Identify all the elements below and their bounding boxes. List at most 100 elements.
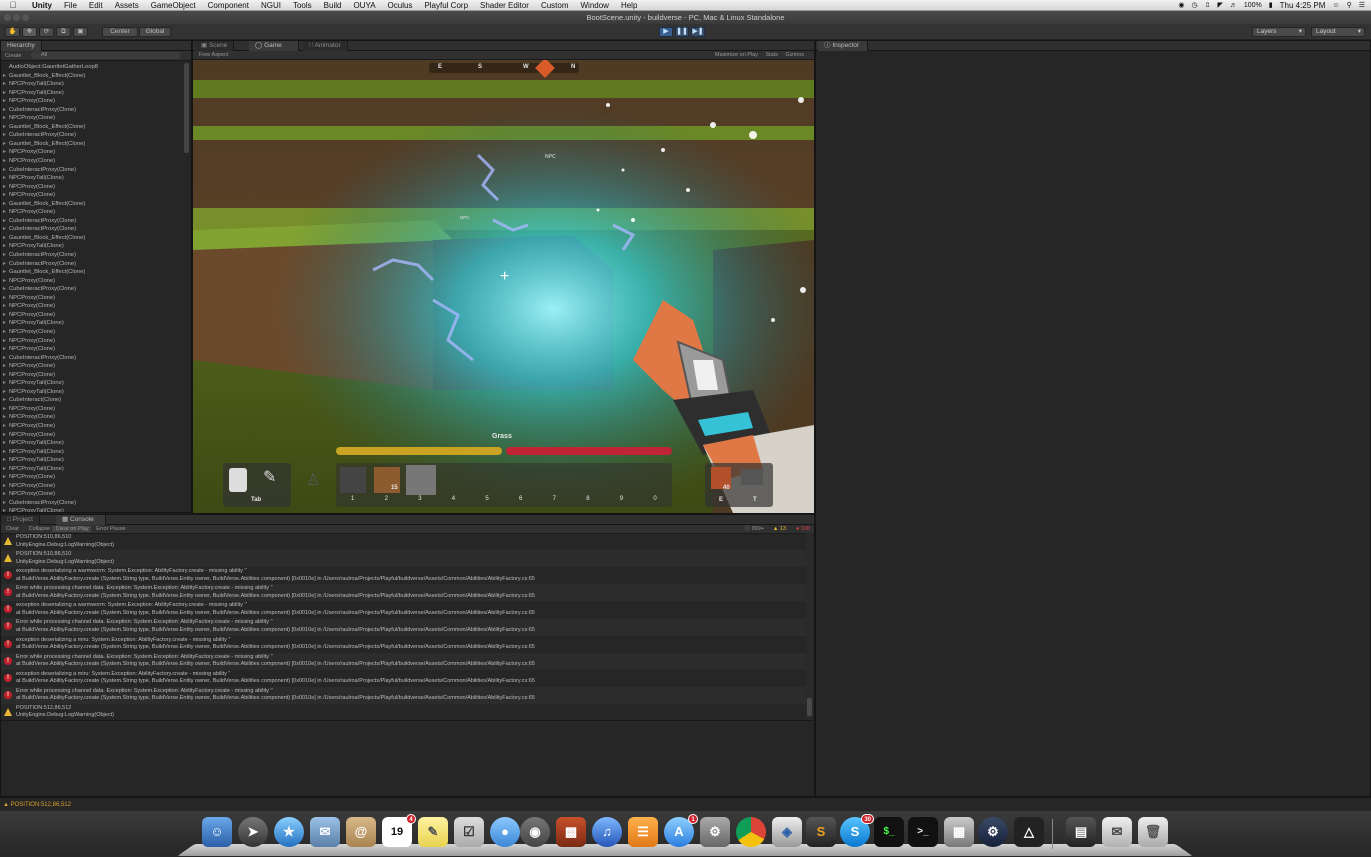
pivot-toggle[interactable]: Center [102, 27, 138, 37]
hierarchy-item[interactable]: ▸ Gauntlet_Block_Effect(Clone) [3, 72, 181, 81]
battery-percent[interactable]: 100% [1244, 2, 1262, 9]
menu-file[interactable]: File [58, 1, 83, 10]
wifi-icon[interactable]: ◤ [1217, 1, 1222, 9]
hierarchy-item[interactable]: ▸ NPCProxy(Clone) [3, 422, 181, 431]
maximize-on-play-toggle[interactable]: Maximize on Play [715, 51, 758, 60]
hierarchy-item[interactable]: ▸ NPCProxy(Clone) [3, 473, 181, 482]
hierarchy-item[interactable]: ▸ NPCProxy(Clone) [3, 413, 181, 422]
clear-button[interactable]: Clear [1, 526, 19, 532]
clear-on-play-toggle[interactable]: Clear on Play [51, 526, 91, 532]
hierarchy-item[interactable]: ▸ CubeInteractProxy(Clone) [3, 251, 181, 260]
console-entry[interactable]: ! exception deserializing a warmworm: Sys… [1, 567, 806, 584]
hierarchy-item[interactable]: ▸ NPCProxyTall(Clone) [3, 465, 181, 474]
volume-icon[interactable]: ♬ [1230, 2, 1237, 9]
hierarchy-item[interactable]: ▸ Gauntlet_Block_Effect(Clone) [3, 123, 181, 132]
menu-tools[interactable]: Tools [287, 1, 318, 10]
console-scrollbar-thumb[interactable] [807, 698, 812, 716]
console-entry[interactable]: POSITION:512,86,512 UnityEngine.Debug:Log… [1, 704, 806, 720]
tab-scene[interactable]: ▣ Scene [195, 41, 235, 51]
hierarchy-item[interactable]: ▸ NPCProxy(Clone) [3, 337, 181, 346]
hierarchy-item[interactable]: ▸ NPCProxy(Clone) [3, 97, 181, 106]
hierarchy-item[interactable]: ▸ NPCProxyTall(Clone) [3, 89, 181, 98]
menu-component[interactable]: Component [202, 1, 255, 10]
hierarchy-item[interactable]: ▸ CubeInteractProxy(Clone) [3, 166, 181, 175]
move-tool-button[interactable]: ✥ [22, 27, 37, 37]
menu-unity[interactable]: Unity [26, 1, 58, 10]
tab-project[interactable]: □ Project [1, 515, 40, 525]
hierarchy-item[interactable]: ▸ NPCProxy(Clone) [3, 490, 181, 499]
console-entry[interactable]: ! Error while processing channel data. Ex… [1, 686, 806, 704]
iterm-icon[interactable]: $_ [874, 817, 904, 847]
system-preferences-icon[interactable]: ⚙ [700, 817, 730, 847]
hierarchy-list[interactable]: AudioObject:GauntletGatherLoop8 ▸ Gauntlet… [3, 63, 181, 512]
hierarchy-item[interactable]: ▸ CubeInteractProxy(Clone) [3, 285, 181, 294]
rect-tool-button[interactable]: ▣ [73, 27, 88, 37]
tab-hierarchy[interactable]: Hierarchy [1, 41, 42, 51]
sublime-text-icon[interactable]: S [806, 817, 836, 847]
ibooks-icon[interactable]: ☰ [628, 817, 658, 847]
console-entry[interactable]: POSITION:510,86,510 UnityEngine.Debug:Log… [1, 533, 806, 550]
hierarchy-item[interactable]: ▸ NPCProxyTall(Clone) [3, 242, 181, 251]
status-bar[interactable]: ▲ POSITION:512,86,512 [0, 797, 1371, 811]
right-slot-t-item[interactable] [741, 469, 763, 485]
space-toggle[interactable]: Global [139, 27, 171, 37]
hierarchy-item[interactable]: ▸ NPCProxyTall(Clone) [3, 439, 181, 448]
menu-edit[interactable]: Edit [83, 1, 109, 10]
finder-icon[interactable]: ☺ [202, 817, 232, 847]
safari-icon[interactable]: ✯ [274, 817, 304, 847]
hierarchy-item[interactable]: ▸ Gauntlet_Block_Effect(Clone) [3, 234, 181, 243]
pause-button[interactable]: ❚❚ [675, 27, 689, 37]
game-viewport[interactable]: E S W N NPC NPC + Grass ✎ Tab ♙ 15 1 2 3 4 5 6 7 8… [193, 60, 814, 513]
hierarchy-search-input[interactable]: All [31, 52, 182, 60]
hierarchy-item[interactable]: ▸ NPCProxyTall(Clone) [3, 379, 181, 388]
calendar-icon[interactable]: 19 4 [382, 814, 416, 847]
hierarchy-item[interactable]: ▸ NPCProxy(Clone) [3, 277, 181, 286]
hierarchy-item[interactable]: ▸ Gauntlet_Block_Effect(Clone) [3, 268, 181, 277]
hierarchy-item[interactable]: ▸ NPCProxy(Clone) [3, 371, 181, 380]
messages-icon[interactable]: ● [490, 817, 520, 847]
network-utility-icon[interactable]: ◈ [772, 817, 802, 847]
tab-inspector[interactable]: ⓘ Inspector [818, 41, 868, 51]
tab-animator[interactable]: ∷ Animator [303, 41, 348, 51]
console-scrollbar-track[interactable] [806, 533, 813, 720]
tab-game[interactable]: ◯ Game [249, 41, 299, 51]
skype-icon[interactable]: S 30 [840, 814, 874, 847]
console-entry[interactable]: ! exception deserializing a miru: System.… [1, 670, 806, 687]
hierarchy-item[interactable]: ▸ Gauntlet_Block_Effect(Clone) [3, 140, 181, 149]
menu-window[interactable]: Window [575, 1, 615, 10]
console-entry[interactable]: ! exception deserializing a warmworm: Sys… [1, 601, 806, 618]
bluetooth-icon[interactable]: ⇫ [1205, 1, 1211, 9]
launchpad-icon[interactable]: ➤ [238, 817, 268, 847]
hotbar-slot-1-item[interactable] [340, 467, 366, 493]
menu-ngui[interactable]: NGUI [255, 1, 287, 10]
hierarchy-item[interactable]: ▸ NPCProxy(Clone) [3, 482, 181, 491]
terminal-icon[interactable]: >_ [908, 817, 938, 847]
tab-console[interactable]: ▦ Console [56, 515, 106, 525]
user-icon[interactable]: ☺ [1332, 2, 1339, 9]
menu-custom[interactable]: Custom [535, 1, 575, 10]
steam-icon[interactable]: ⚙ [978, 817, 1008, 847]
menu-assets[interactable]: Assets [109, 1, 145, 10]
hierarchy-item[interactable]: ▸ CubeInteractProxy(Clone) [3, 106, 181, 115]
chrome-icon[interactable] [736, 817, 766, 847]
aspect-dropdown[interactable]: Free Aspect [193, 52, 228, 58]
mail-stamp-icon[interactable]: ✉ [310, 817, 340, 847]
rotate-tool-button[interactable]: ⟳ [39, 27, 54, 37]
menu-ouya[interactable]: OUYA [347, 1, 381, 10]
hierarchy-item[interactable]: ▸ NPCProxy(Clone) [3, 328, 181, 337]
documents-stack-icon[interactable]: ✉ [1102, 817, 1132, 847]
hierarchy-item[interactable]: ▸ NPCProxy(Clone) [3, 311, 181, 320]
hierarchy-item[interactable]: ▸ NPCProxy(Clone) [3, 302, 181, 311]
menu-help[interactable]: Help [615, 1, 643, 10]
apple-menu-icon[interactable]:  [0, 0, 26, 10]
error-pause-toggle[interactable]: Error Pause [92, 526, 125, 532]
hierarchy-item[interactable]: ▸ NPCProxy(Clone) [3, 148, 181, 157]
hierarchy-item[interactable]: ▸ NPCProxyTall(Clone) [3, 319, 181, 328]
console-entry[interactable]: ! Error while processing channel data. Ex… [1, 584, 806, 602]
timemachine-icon[interactable]: ◷ [1191, 1, 1197, 9]
photo-booth-icon[interactable]: ▩ [556, 817, 586, 847]
create-dropdown[interactable]: Create [1, 53, 22, 59]
menu-playful-corp[interactable]: Playful Corp [418, 1, 474, 10]
hierarchy-item[interactable]: ▸ CubeInteractProxy(Clone) [3, 131, 181, 140]
hierarchy-item[interactable]: ▸ CubeInteractProxy(Clone) [3, 217, 181, 226]
